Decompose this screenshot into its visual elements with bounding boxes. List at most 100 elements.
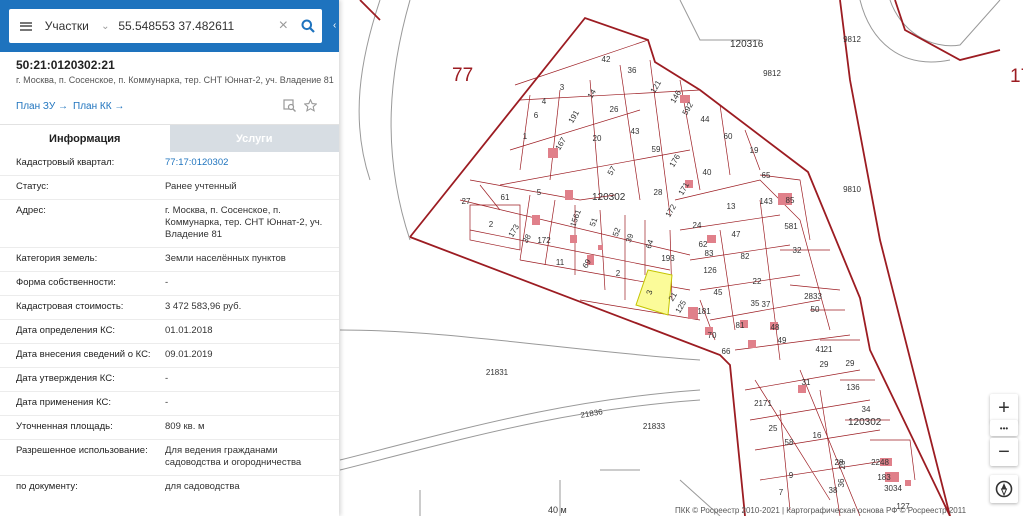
parcel-number-label: 172 [537, 236, 551, 245]
info-fields: Кадастровый квартал: 77:17:0120302 Стату… [0, 152, 339, 500]
parcel-number-label: 3034 [884, 484, 902, 493]
parcel-number-label: 9812 [763, 69, 781, 78]
zoom-out-button[interactable]: − [990, 438, 1018, 466]
menu-icon [19, 21, 32, 31]
parcel-number-label: 181 [697, 307, 711, 316]
parcel-number-label: 173 [507, 222, 522, 239]
parcel-number-label: 40 [703, 168, 712, 177]
menu-button[interactable] [9, 9, 43, 43]
parcel-number-label: 27 [462, 197, 471, 206]
parcel-number-label: 581 [784, 222, 798, 231]
parcel-number-label: 29 [846, 359, 855, 368]
field-value: Земли населённых пунктов [165, 253, 286, 264]
field-value: - [165, 277, 169, 288]
panel-header: Участки ⌄ × [0, 0, 339, 52]
collapse-panel-button[interactable]: ‹ [333, 17, 341, 35]
parcel-number-label: 21831 [486, 368, 509, 377]
parcel-number-label: 45 [714, 288, 723, 297]
quarter-label: 120316 [730, 39, 764, 50]
plan-zu-link[interactable]: План ЗУ → [16, 101, 68, 112]
parcel-number-label: 28 [654, 188, 663, 197]
parcel-number-label: 61 [501, 193, 510, 202]
parcel-number-label: 32 [793, 246, 802, 255]
field-row: Адрес: г. Москва, п. Сосенское, п. Комму… [0, 200, 339, 248]
parcel-number-label: 193 [661, 254, 675, 263]
parcel-number-label: 70 [708, 331, 717, 340]
parcel-number-label: 3 [560, 83, 565, 92]
parcel-number-label: 13 [727, 202, 736, 211]
compass-button[interactable] [990, 475, 1018, 503]
compass-icon [995, 480, 1013, 498]
zoom-in-button[interactable]: + [990, 394, 1018, 422]
parcel-number-label: 34 [862, 405, 871, 414]
parcel-number-label: 176 [668, 152, 683, 169]
parcel-number-label: 21 [824, 345, 833, 354]
parcel-number-label: 2 [489, 220, 494, 229]
field-row: Уточненная площадь: 809 кв. м [0, 416, 339, 440]
field-label: Адрес: [16, 205, 46, 216]
scale-label: 40 м [548, 505, 567, 515]
parcel-number-label: 136 [846, 383, 860, 392]
parcel-number-label: 5 [537, 188, 542, 197]
parcel-number-label: 11 [556, 258, 565, 267]
parcel-number-label: 9812 [843, 35, 861, 44]
parcel-number-label: 1 [523, 132, 528, 141]
search-type-select[interactable]: Участки [43, 19, 99, 33]
parcel-number-label: 47 [732, 230, 741, 239]
info-panel: Участки ⌄ × 50:21:0120302:21 г. Москва, … [0, 0, 339, 516]
field-value: 809 кв. м [165, 421, 205, 432]
parcel-number-label: 167 [554, 135, 569, 152]
parcel-number-label: 60 [724, 132, 733, 141]
parcel-number-label: 9810 [843, 185, 861, 194]
field-label: Статус: [16, 181, 49, 192]
parcel-number-label: 2 [616, 269, 621, 278]
plan-kk-link[interactable]: План КК → [73, 101, 124, 112]
zone-label: 17 [1010, 66, 1023, 87]
parcel-number-label: 85 [786, 196, 795, 205]
parcel-number-label: 50 [811, 305, 820, 314]
chevron-down-icon[interactable]: ⌄ [98, 21, 112, 32]
parcel-number-label: 37 [762, 300, 771, 309]
parcel-number-label: 21836 [580, 407, 604, 420]
field-value: Ранее учтенный [165, 181, 237, 192]
tab-services[interactable]: Услуги [169, 125, 339, 152]
tab-info[interactable]: Информация [0, 125, 170, 152]
parcel-number-label: 25 [769, 424, 778, 433]
field-value: г. Москва, п. Сосенское, п. Коммунарка, … [165, 205, 323, 240]
parcel-number-label: 52 [611, 226, 623, 238]
copyright-text: ПКК © Росреестр 2010-2021 | Картографиче… [675, 506, 967, 515]
more-button[interactable]: ••• [990, 420, 1018, 436]
field-row: Дата внесения сведений о КС: 09.01.2019 [0, 344, 339, 368]
field-label: Разрешенное использование: [16, 445, 148, 456]
field-value: - [165, 397, 169, 408]
clear-search-button[interactable]: × [272, 17, 294, 35]
parcel-number-label: 49 [778, 336, 787, 345]
parcel-number-label: 64 [644, 238, 656, 250]
field-row: Дата определения КС: 01.01.2018 [0, 320, 339, 344]
parcel-number-label: 20 [593, 134, 602, 143]
field-row: Дата применения КС: - [0, 392, 339, 416]
parcel-number-label: 14 [586, 87, 599, 100]
parcel-number-label: 21833 [643, 422, 666, 431]
field-label: Кадастровый квартал: [16, 157, 115, 168]
parcel-number-label: 42 [602, 55, 611, 64]
panel-tabs: Информация Услуги [0, 124, 339, 152]
field-label: Категория земель: [16, 253, 98, 264]
parcel-number-label: 59 [652, 145, 661, 154]
search-on-map-icon[interactable] [283, 99, 296, 112]
parcel-number-label: 48 [771, 323, 780, 332]
field-value: 01.01.2018 [165, 325, 213, 336]
parcel-number-label: 58 [785, 438, 794, 447]
parcel-number-label: 82 [741, 252, 750, 261]
field-label: Дата внесения сведений о КС: [16, 349, 151, 360]
field-value-link[interactable]: 77:17:0120302 [165, 152, 330, 175]
parcel-number-label: 9 [789, 471, 794, 480]
links-row: План ЗУ → План КК → [0, 99, 339, 121]
field-label: Дата определения КС: [16, 325, 116, 336]
parcel-number-label: 6 [534, 111, 539, 120]
parcel-address: г. Москва, п. Сосенское, п. Коммунарка, … [16, 75, 334, 85]
field-label: Дата утверждения КС: [16, 373, 115, 384]
search-button[interactable] [294, 19, 322, 33]
search-input[interactable] [116, 18, 273, 34]
star-icon[interactable] [304, 99, 317, 112]
